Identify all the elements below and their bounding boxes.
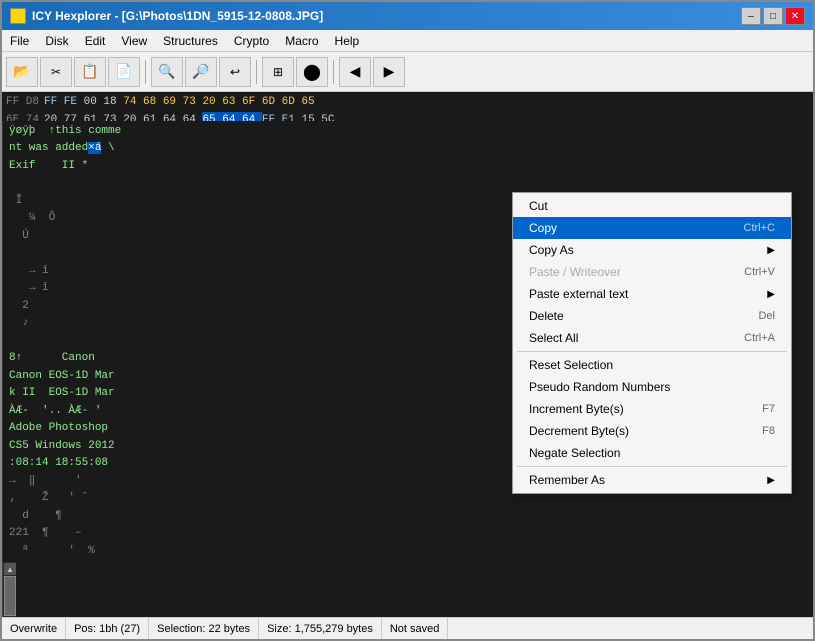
ascii-row: → î (9, 263, 156, 281)
status-size: Size: 1,755,279 bytes (259, 618, 382, 639)
ctx-remember[interactable]: Remember As ▶ (513, 469, 791, 491)
title-bar: ICY Hexplorer - [G:\Photos\1DN_5915-12-0… (2, 2, 813, 30)
copy-button[interactable]: 📋 (74, 57, 106, 87)
ascii-row: d ¶ (9, 508, 156, 526)
toolbar-sep-3 (333, 60, 334, 84)
paste-button[interactable]: 📄 (108, 57, 140, 87)
ctx-delete[interactable]: Delete Del (513, 305, 791, 327)
ctx-copy-as[interactable]: Copy As ▶ (513, 239, 791, 261)
ctx-pseudo-random[interactable]: Pseudo Random Numbers (513, 376, 791, 398)
menu-file[interactable]: File (2, 32, 37, 49)
ctx-increment[interactable]: Increment Byte(s) F7 (513, 398, 791, 420)
ascii-row: → î (9, 280, 156, 298)
hex-row: FF D8 FF FE 00 18 74 68 69 73 20 63 6F 6… (6, 94, 809, 112)
menu-edit[interactable]: Edit (77, 32, 114, 49)
context-menu: Cut Copy Ctrl+C Copy As ▶ Paste / Writeo… (512, 192, 792, 494)
goto-button[interactable]: ⊞ (262, 57, 294, 87)
cut-button[interactable]: ✂ (40, 57, 72, 87)
ascii-row: ÿøÿþ ↑this comme (9, 123, 156, 141)
ascii-row: → ‖ ' (9, 473, 156, 491)
forward-button[interactable]: ▶ (373, 57, 405, 87)
ctx-select-all[interactable]: Select All Ctrl+A (513, 327, 791, 349)
scroll-up-arrow[interactable]: ▲ (4, 563, 16, 575)
ascii-row: Ú (9, 228, 156, 246)
window-title: ICY Hexplorer - [G:\Photos\1DN_5915-12-0… (32, 9, 323, 23)
ascii-row: :08:14 18:55:08 (9, 455, 156, 473)
menu-view[interactable]: View (113, 32, 155, 49)
menu-bar: File Disk Edit View Structures Crypto Ma… (2, 30, 813, 52)
ascii-row (9, 175, 156, 193)
ctx-sep-1 (517, 351, 787, 352)
ascii-row (9, 245, 156, 263)
title-controls: – □ ✕ (741, 7, 805, 25)
status-saved: Not saved (382, 618, 449, 639)
ascii-row: ª ' % (9, 543, 156, 561)
ascii-row: CS5 Windows 2012 (9, 438, 156, 456)
status-bar: Overwrite Pos: 1bh (27) Selection: 22 by… (2, 617, 813, 639)
vertical-scrollbar[interactable]: ▲ (2, 562, 16, 617)
menu-crypto[interactable]: Crypto (226, 32, 277, 49)
mark-button[interactable]: ⬤ (296, 57, 328, 87)
hex-bytes-section: FF D8 FF FE 00 18 74 68 69 73 20 63 6F 6… (2, 92, 813, 121)
ascii-row: nt was added×á \ (9, 140, 156, 158)
ascii-row: ‚ Ž ' ˆ (9, 490, 156, 508)
menu-structures[interactable]: Structures (155, 32, 226, 49)
toolbar-sep-2 (256, 60, 257, 84)
status-mode: Overwrite (6, 618, 66, 639)
toolbar: 📂 ✂ 📋 📄 🔍 🔎 ↩ ⊞ ⬤ ◀ ▶ (2, 52, 813, 92)
menu-disk[interactable]: Disk (37, 32, 76, 49)
ascii-row: Canon EOS-1D Mar (9, 368, 156, 386)
ascii-row: k II EOS-1D Mar (9, 385, 156, 403)
maximize-button[interactable]: □ (763, 7, 783, 25)
ctx-reset-sel[interactable]: Reset Selection (513, 354, 791, 376)
ctx-cut[interactable]: Cut (513, 195, 791, 217)
ascii-row: ¼ Ô (9, 210, 156, 228)
title-bar-left: ICY Hexplorer - [G:\Photos\1DN_5915-12-0… (10, 8, 323, 24)
hex-row: 6E 74 20 77 61 73 20 61 64 64 65 64 64 F… (6, 112, 809, 121)
ascii-row: 8↑ Canon (9, 350, 156, 368)
status-position: Pos: 1bh (27) (66, 618, 149, 639)
ascii-row: Adobe Photoshop (9, 420, 156, 438)
minimize-button[interactable]: – (741, 7, 761, 25)
find-next-button[interactable]: 🔎 (185, 57, 217, 87)
back-button[interactable]: ◀ (339, 57, 371, 87)
close-button[interactable]: ✕ (785, 7, 805, 25)
ctx-decrement[interactable]: Decrement Byte(s) F8 (513, 420, 791, 442)
ascii-row: ÀÆ- '.. ÀÆ- ' (9, 403, 156, 421)
toolbar-sep-1 (145, 60, 146, 84)
open-button[interactable]: 📂 (6, 57, 38, 87)
ctx-negate[interactable]: Negate Selection (513, 442, 791, 464)
find-prev-button[interactable]: ↩ (219, 57, 251, 87)
ctx-paste-ext[interactable]: Paste external text ▶ (513, 283, 791, 305)
ascii-view: ÿøÿþ ↑this comme nt was added×á \ Exif I… (2, 121, 162, 563)
ascii-row (9, 333, 156, 351)
ascii-row: Exif II * (9, 158, 156, 176)
status-selection: Selection: 22 bytes (149, 618, 259, 639)
main-content: FF D8 FF FE 00 18 74 68 69 73 20 63 6F 6… (2, 92, 813, 617)
ascii-row: 2 (9, 298, 156, 316)
app-icon (10, 8, 26, 24)
menu-help[interactable]: Help (327, 32, 368, 49)
ascii-row: Î (9, 193, 156, 211)
ascii-row: 221 ¶ – (9, 525, 156, 543)
ctx-copy[interactable]: Copy Ctrl+C (513, 217, 791, 239)
scroll-thumb[interactable] (4, 576, 16, 616)
menu-macro[interactable]: Macro (277, 32, 326, 49)
ctx-sep-2 (517, 466, 787, 467)
ctx-paste[interactable]: Paste / Writeover Ctrl+V (513, 261, 791, 283)
ascii-row: ♪ (9, 315, 156, 333)
search-button[interactable]: 🔍 (151, 57, 183, 87)
main-window: ICY Hexplorer - [G:\Photos\1DN_5915-12-0… (0, 0, 815, 641)
